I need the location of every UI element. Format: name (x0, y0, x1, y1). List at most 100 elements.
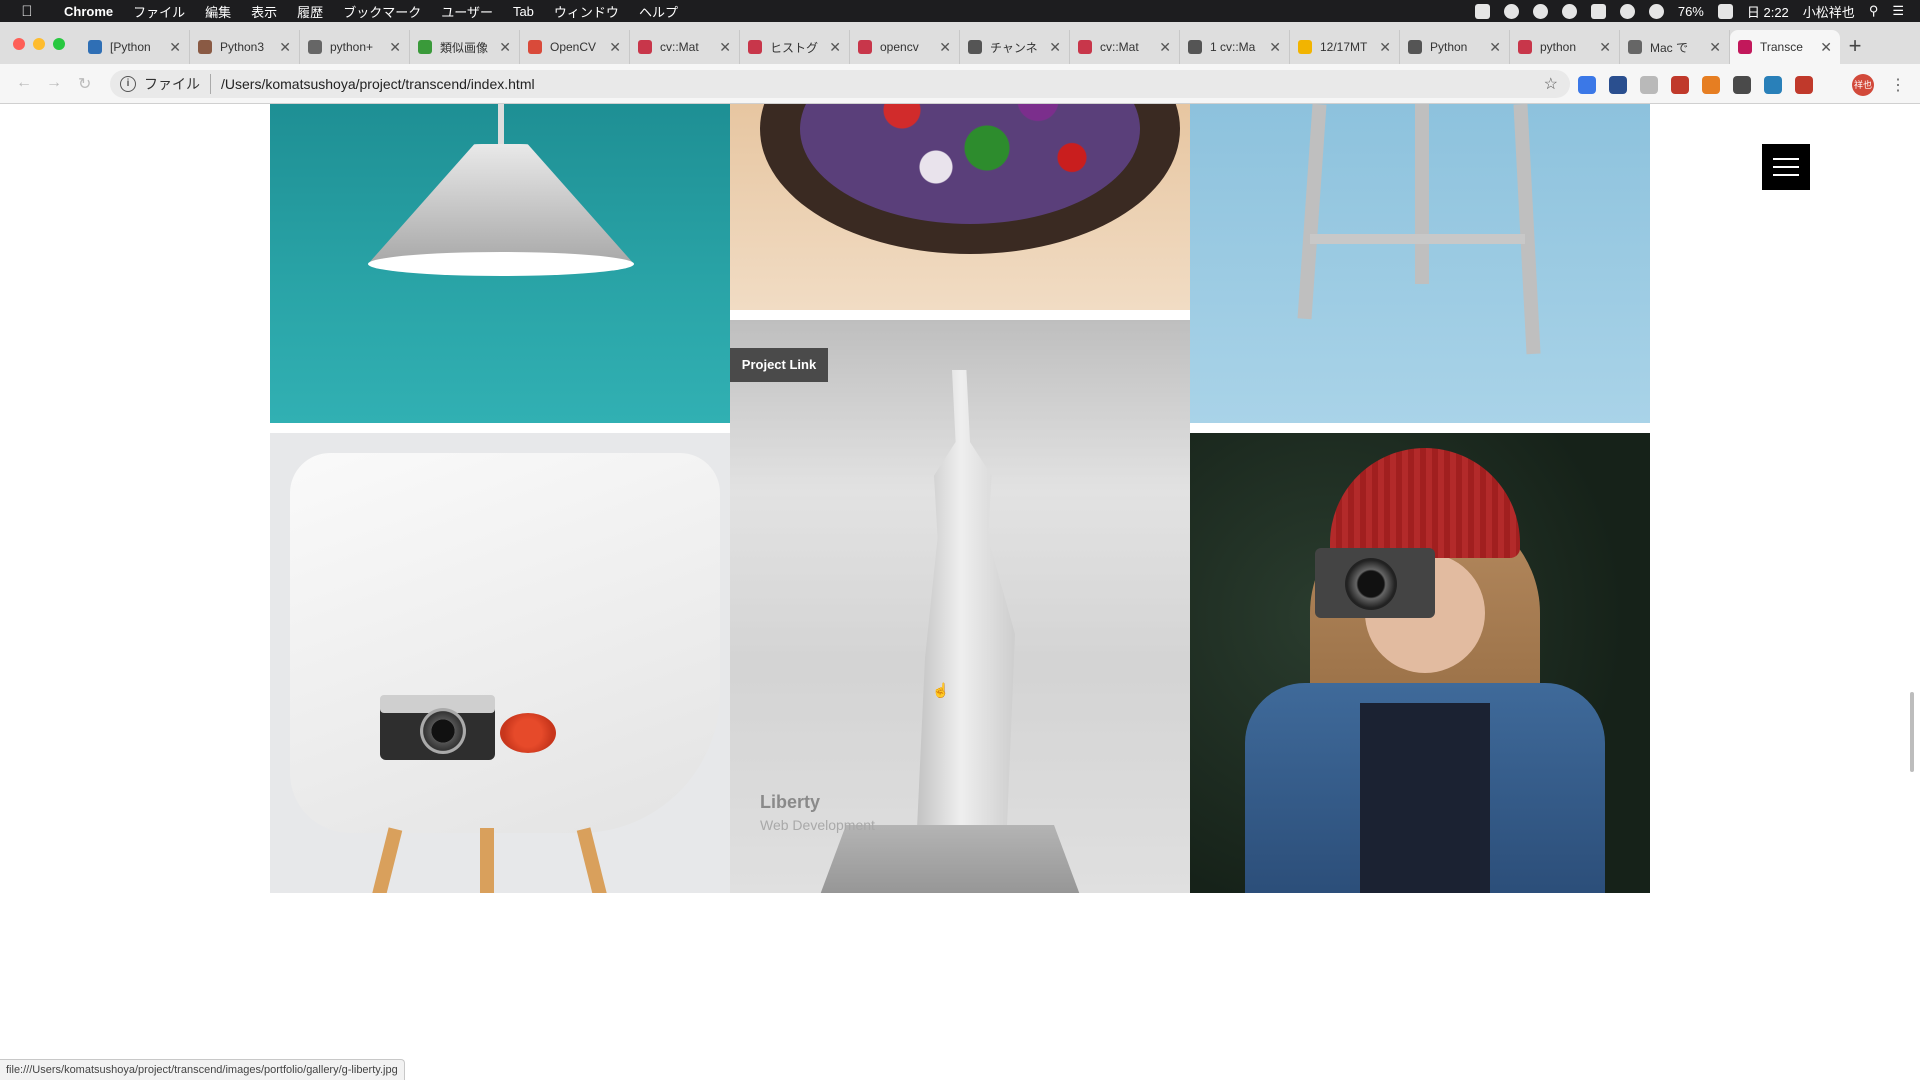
tab-close-icon[interactable]: ✕ (1820, 39, 1832, 56)
tab-favicon-icon (1628, 40, 1642, 54)
gallery-item-salad[interactable] (730, 104, 1190, 310)
menu-file[interactable]: ファイル (123, 2, 195, 21)
reload-icon[interactable]: ↻ (78, 74, 91, 94)
tab-close-icon[interactable]: ✕ (939, 39, 951, 56)
browser-tab[interactable]: Mac で ✕ (1620, 30, 1730, 64)
tab-close-icon[interactable]: ✕ (1159, 39, 1171, 56)
browser-tab[interactable]: Python ✕ (1400, 30, 1510, 64)
menu-window[interactable]: ウィンドウ (544, 2, 629, 21)
gallery-item-category: Web Development (760, 817, 875, 833)
tab-close-icon[interactable]: ✕ (279, 39, 291, 56)
selenium-extension-icon[interactable] (1733, 76, 1751, 94)
extension-icon[interactable] (1640, 76, 1658, 94)
browser-tab[interactable]: 12/17MT ✕ (1290, 30, 1400, 64)
adblock-extension-icon[interactable] (1671, 76, 1689, 94)
profile-avatar[interactable]: 祥也 (1852, 74, 1874, 96)
tab-close-icon[interactable]: ✕ (389, 39, 401, 56)
spotlight-search-icon[interactable]: ⚲ (1869, 3, 1879, 19)
tab-close-icon[interactable]: ✕ (1049, 39, 1061, 56)
tab-close-icon[interactable]: ✕ (1599, 39, 1611, 56)
menubar-clock[interactable]: 日 2:22 (1747, 2, 1789, 21)
menu-view[interactable]: 表示 (241, 2, 287, 21)
window-fullscreen-button[interactable] (53, 38, 65, 50)
dictionary-extension-icon[interactable] (1609, 76, 1627, 94)
creative-cloud-icon[interactable] (1561, 3, 1577, 19)
browser-tab[interactable]: cv::Mat ✕ (630, 30, 740, 64)
new-tab-button[interactable]: + (1840, 31, 1870, 61)
address-bar[interactable]: i ファイル /Users/komatsushoya/project/trans… (110, 70, 1570, 98)
tab-close-icon[interactable]: ✕ (1709, 39, 1721, 56)
gallery-item-stool[interactable] (1190, 104, 1650, 423)
tab-close-icon[interactable]: ✕ (1489, 39, 1501, 56)
menu-help[interactable]: ヘルプ (629, 2, 688, 21)
apple-icon[interactable]:  (0, 3, 54, 20)
browser-tab[interactable]: Python3 ✕ (190, 30, 300, 64)
back-arrow-icon[interactable]: ← (16, 74, 32, 92)
shirt (1360, 703, 1490, 893)
gallery-item-liberty[interactable]: Project Link Liberty Web Development ☝ (730, 320, 1190, 893)
notification-center-icon[interactable]: ☰ (1892, 3, 1904, 19)
menu-tab[interactable]: Tab (503, 4, 544, 19)
scrollbar-thumb[interactable] (1910, 692, 1914, 772)
tab-close-icon[interactable]: ✕ (719, 39, 731, 56)
tab-close-icon[interactable]: ✕ (169, 39, 181, 56)
site-info-icon[interactable]: i (120, 76, 136, 92)
tab-title: cv::Mat (1100, 40, 1139, 54)
tab-close-icon[interactable]: ✕ (829, 39, 841, 56)
tab-close-icon[interactable]: ✕ (1269, 39, 1281, 56)
browser-tab[interactable]: [Python ✕ (80, 30, 190, 64)
tab-close-icon[interactable]: ✕ (499, 39, 511, 56)
menubar-user[interactable]: 小松祥也 (1803, 2, 1855, 21)
browser-tab[interactable]: 類似画像 ✕ (410, 30, 520, 64)
browser-tab[interactable]: Transce ✕ (1730, 30, 1840, 64)
grammarly-icon[interactable] (1503, 3, 1519, 19)
project-link-button[interactable]: Project Link (730, 348, 828, 382)
forward-arrow-icon[interactable]: → (46, 74, 62, 92)
tab-favicon-icon (308, 40, 322, 54)
extension-icon[interactable] (1764, 76, 1782, 94)
video-extension-icon[interactable] (1795, 76, 1813, 94)
bookmark-star-icon[interactable]: ☆ (1544, 74, 1558, 94)
tab-title: OpenCV (550, 40, 597, 54)
metamask-extension-icon[interactable] (1702, 76, 1720, 94)
window-close-button[interactable] (13, 38, 25, 50)
stool-leg (1297, 104, 1327, 320)
tab-close-icon[interactable]: ✕ (1379, 39, 1391, 56)
chrome-menu-icon[interactable]: ⋮ (1890, 75, 1906, 95)
hamburger-line (1773, 174, 1799, 176)
tab-favicon-icon (528, 40, 542, 54)
browser-tab[interactable]: python ✕ (1510, 30, 1620, 64)
record-icon[interactable] (1474, 3, 1490, 19)
tab-title: python+ (330, 40, 374, 54)
gallery-item-photographer[interactable] (1190, 433, 1650, 893)
menu-edit[interactable]: 編集 (195, 2, 241, 21)
browser-tab[interactable]: python+ ✕ (300, 30, 410, 64)
menu-app-chrome[interactable]: Chrome (54, 4, 123, 19)
wifi-icon[interactable] (1648, 3, 1664, 19)
gallery-item-lamp[interactable] (270, 104, 730, 423)
menu-history[interactable]: 履歴 (287, 2, 333, 21)
tab-title: Python3 (220, 40, 265, 54)
browser-tab[interactable]: チャンネ ✕ (960, 30, 1070, 64)
address-url[interactable]: /Users/komatsushoya/project/transcend/in… (221, 76, 535, 92)
menu-toggle-button[interactable] (1762, 144, 1810, 190)
bluetooth-icon[interactable] (1619, 3, 1635, 19)
tab-title: チャンネ (990, 40, 1038, 55)
battery-icon[interactable] (1717, 3, 1733, 19)
gallery-item-camera-chair[interactable] (270, 433, 730, 893)
japanese-input-icon[interactable] (1590, 3, 1606, 19)
browser-tab[interactable]: cv::Mat ✕ (1070, 30, 1180, 64)
camera-lens (420, 708, 466, 754)
browser-tab[interactable]: 1 cv::Ma ✕ (1180, 30, 1290, 64)
window-minimize-button[interactable] (33, 38, 45, 50)
browser-tab[interactable]: opencv ✕ (850, 30, 960, 64)
browser-tab[interactable]: OpenCV ✕ (520, 30, 630, 64)
menu-bookmarks[interactable]: ブックマーク (333, 2, 431, 21)
tab-favicon-icon (1518, 40, 1532, 54)
address-scheme-label: ファイル (144, 74, 211, 94)
tab-close-icon[interactable]: ✕ (609, 39, 621, 56)
menu-people[interactable]: ユーザー (431, 2, 503, 21)
browser-tab[interactable]: ヒストグ ✕ (740, 30, 850, 64)
dropbox-icon[interactable] (1532, 3, 1548, 19)
translate-extension-icon[interactable] (1578, 76, 1596, 94)
